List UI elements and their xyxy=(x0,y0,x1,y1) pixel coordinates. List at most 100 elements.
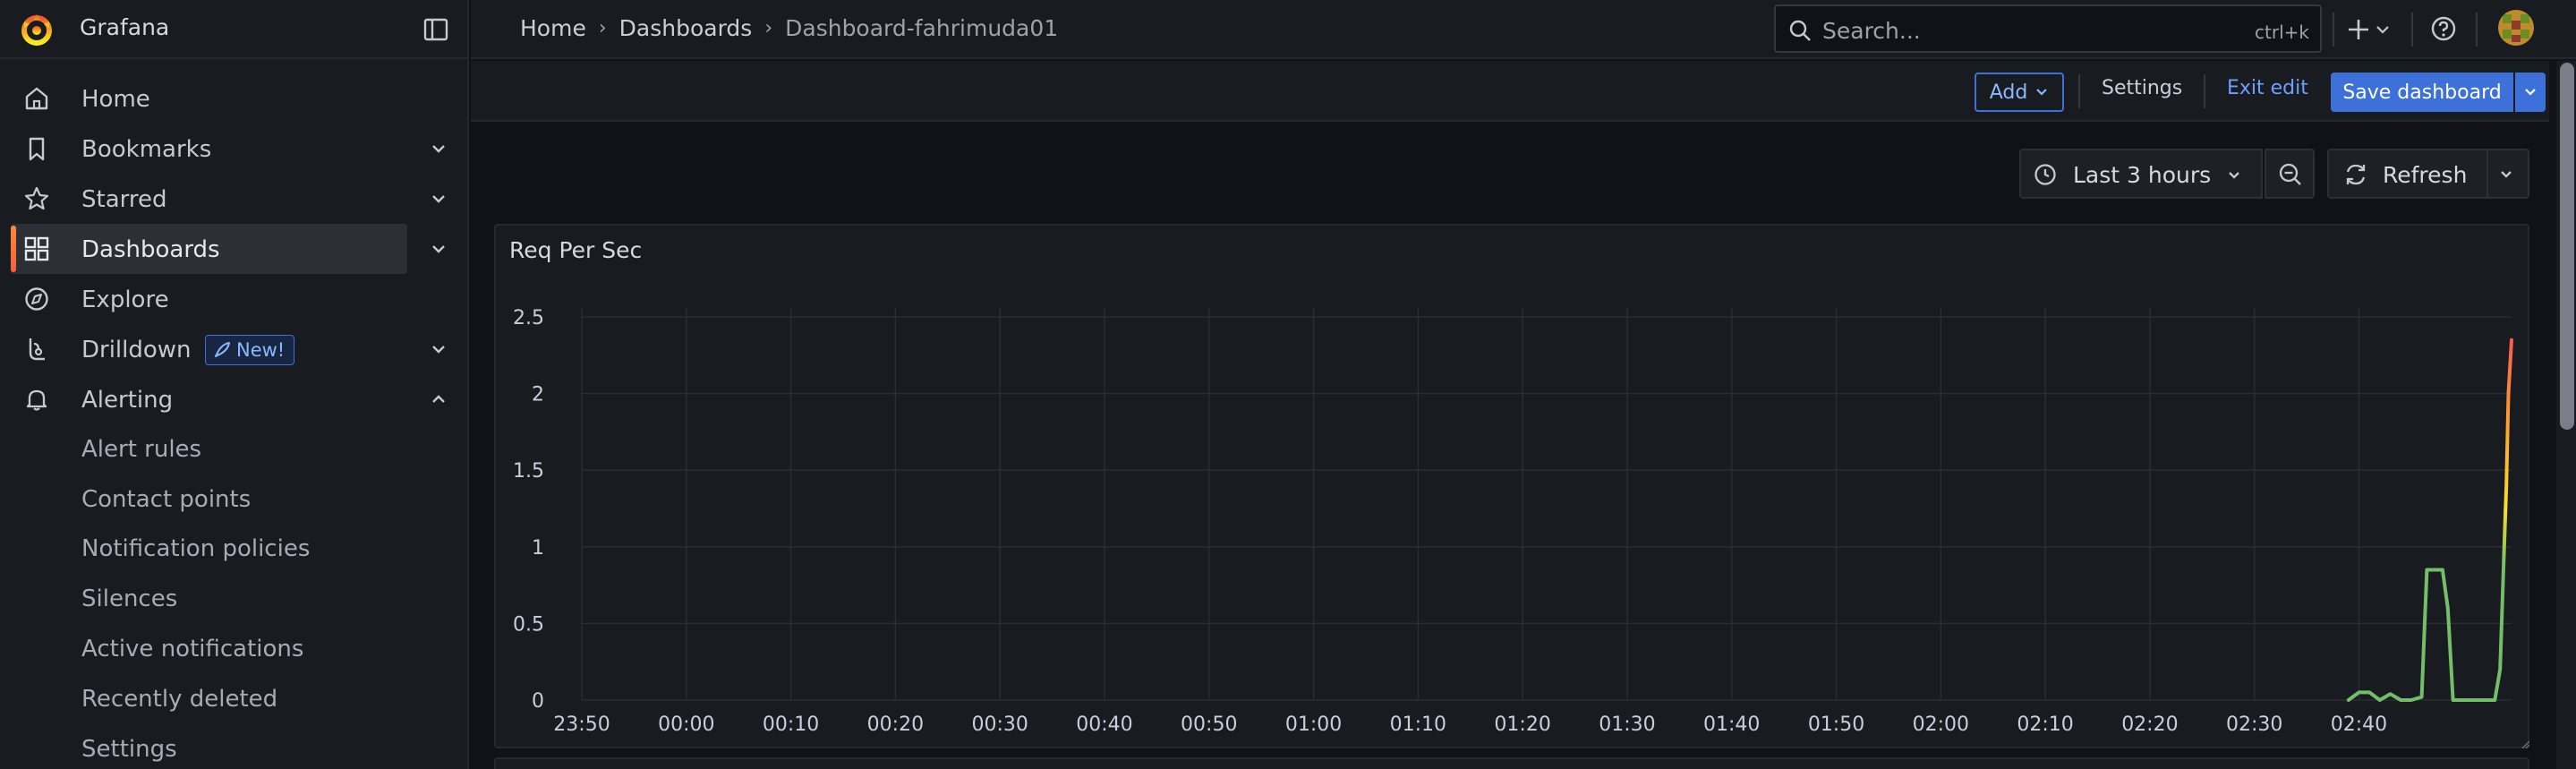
sidebar-item-label: Explore xyxy=(81,286,169,313)
x-axis: 23:50 00:00 00:10 00:20 00:30 00:40 00:50 01:00… xyxy=(553,713,2387,736)
new-badge-label: New! xyxy=(236,339,286,361)
bell-icon xyxy=(26,389,47,411)
new-badge: New! xyxy=(205,335,295,365)
breadcrumb-home[interactable]: Home xyxy=(520,15,586,41)
divider xyxy=(2411,13,2413,47)
sidebar-subitem-recently-deleted[interactable]: Recently deleted xyxy=(81,686,277,713)
divider xyxy=(2333,13,2334,47)
star-icon xyxy=(24,186,49,210)
divider xyxy=(2476,13,2478,47)
top-bar: Home › Dashboards › Dashboard-fahrimuda0… xyxy=(471,0,2576,59)
sidebar-subitem-silences[interactable]: Silences xyxy=(81,585,177,612)
x-tick-label: 00:10 xyxy=(763,713,819,736)
y-axis: 0 0.5 1 1.5 2 2.5 xyxy=(513,307,544,713)
home-icon xyxy=(25,87,48,110)
panel-title: Req Per Sec xyxy=(509,237,643,263)
sidebar-item-bookmarks[interactable]: Bookmarks xyxy=(0,124,469,174)
x-tick-label: 02:00 xyxy=(1913,713,1969,736)
chevron-down-icon xyxy=(2229,172,2239,179)
sidebar: Grafana Home Bookmarks Starred Dashboard… xyxy=(0,0,469,769)
y-tick-label: 1 xyxy=(532,537,544,560)
refresh-label: Refresh xyxy=(2383,162,2468,188)
x-tick-label: 23:50 xyxy=(553,713,610,736)
edit-toolbar: Add Settings Exit edit Save dashboard xyxy=(471,61,2549,122)
add-button[interactable]: Add xyxy=(1975,73,2064,112)
x-tick-label: 00:50 xyxy=(1181,713,1237,736)
y-tick-label: 0.5 xyxy=(513,613,544,636)
save-dashboard-button[interactable]: Save dashboard xyxy=(2331,73,2513,112)
sidebar-item-label: Alerting xyxy=(81,387,174,414)
chevron-down-icon[interactable] xyxy=(430,240,448,258)
settings-button[interactable]: Settings xyxy=(2102,77,2182,99)
zoom-out-button[interactable] xyxy=(2265,149,2315,199)
sidebar-item-drilldown[interactable]: Drilldown New! xyxy=(0,324,469,374)
panel-next xyxy=(494,757,2529,769)
save-label: Save dashboard xyxy=(2342,81,2502,104)
x-tick-label: 00:40 xyxy=(1076,713,1132,736)
zoom-out-icon xyxy=(2279,163,2301,185)
x-tick-label: 01:10 xyxy=(1390,713,1446,736)
sidebar-subitem-contact-points[interactable]: Contact points xyxy=(81,486,251,513)
sidebar-item-label: Dashboards xyxy=(81,236,220,263)
grafana-logo-icon[interactable] xyxy=(20,13,54,47)
sidebar-item-alerting[interactable]: Alerting xyxy=(0,374,469,424)
compass-icon xyxy=(25,287,48,311)
refresh-icon xyxy=(2346,164,2366,185)
save-options-button[interactable] xyxy=(2515,73,2546,112)
search-shortcut: ctrl+k xyxy=(2255,21,2309,43)
breadcrumb: Home › Dashboards › Dashboard-fahrimuda0… xyxy=(520,15,1058,41)
x-tick-label: 01:00 xyxy=(1285,713,1342,736)
breadcrumb-dashboards[interactable]: Dashboards xyxy=(619,15,753,41)
dock-menu-icon[interactable] xyxy=(423,17,448,42)
time-range-label: Last 3 hours xyxy=(2073,162,2212,188)
sidebar-subitem-settings[interactable]: Settings xyxy=(81,736,177,763)
app-name: Grafana xyxy=(80,14,170,40)
sidebar-item-home[interactable]: Home xyxy=(0,73,469,124)
chevron-down-icon[interactable] xyxy=(430,140,448,158)
exit-edit-button[interactable]: Exit edit xyxy=(2227,77,2308,99)
y-tick-label: 1.5 xyxy=(513,460,544,483)
x-tick-label: 01:50 xyxy=(1808,713,1864,736)
new-menu-button[interactable] xyxy=(2343,13,2397,46)
dashboards-icon xyxy=(24,236,49,261)
x-tick-label: 01:30 xyxy=(1599,713,1655,736)
divider xyxy=(2486,150,2488,197)
x-tick-label: 01:40 xyxy=(1703,713,1760,736)
help-icon[interactable] xyxy=(2430,15,2457,42)
search-input[interactable]: Search... ctrl+k xyxy=(1774,4,2322,53)
time-range-picker[interactable]: Last 3 hours xyxy=(2019,149,2263,199)
breadcrumb-current: Dashboard-fahrimuda01 xyxy=(785,15,1059,41)
chevron-down-icon[interactable] xyxy=(430,190,448,208)
clock-icon xyxy=(2034,164,2056,185)
resize-handle-icon[interactable] xyxy=(2521,739,2529,748)
avatar[interactable] xyxy=(2498,10,2534,46)
sidebar-subitem-notification-policies[interactable]: Notification policies xyxy=(81,535,310,562)
chevron-down-icon xyxy=(2036,89,2048,96)
divider xyxy=(2204,74,2205,108)
sidebar-item-label: Home xyxy=(81,86,150,113)
sidebar-item-label: Starred xyxy=(81,186,167,213)
breadcrumb-separator-icon: › xyxy=(764,17,773,39)
search-placeholder: Search... xyxy=(1822,18,1921,44)
refresh-interval-chevron-icon[interactable] xyxy=(2497,166,2515,184)
y-tick-label: 2 xyxy=(532,384,544,406)
panel-req-per-sec[interactable]: 0 0.5 1 1.5 2 2.5 23:50 00:00 00:10 00:20 00:30 00… xyxy=(494,224,2529,748)
active-indicator xyxy=(11,226,16,272)
chevron-up-icon[interactable] xyxy=(430,390,448,408)
sidebar-header: Grafana xyxy=(0,0,469,59)
sidebar-item-dashboards[interactable]: Dashboards xyxy=(0,224,469,274)
drilldown-icon xyxy=(29,338,45,361)
time-series-chart: 0 0.5 1 1.5 2 2.5 23:50 00:00 00:10 00:20 00:30 00… xyxy=(513,307,2513,736)
x-tick-label: 00:00 xyxy=(658,713,714,736)
rocket-icon xyxy=(215,342,230,357)
x-tick-label: 01:20 xyxy=(1494,713,1550,736)
chevron-down-icon[interactable] xyxy=(430,340,448,358)
sidebar-subitem-active-notifications[interactable]: Active notifications xyxy=(81,636,303,662)
breadcrumb-separator-icon: › xyxy=(598,17,607,39)
sidebar-item-explore[interactable]: Explore xyxy=(0,274,469,324)
sidebar-item-starred[interactable]: Starred xyxy=(0,174,469,224)
refresh-button[interactable]: Refresh xyxy=(2327,149,2529,199)
scrollbar-thumb[interactable] xyxy=(2560,63,2574,430)
sidebar-subitem-alert-rules[interactable]: Alert rules xyxy=(81,436,201,463)
sidebar-item-label: Bookmarks xyxy=(81,136,212,163)
